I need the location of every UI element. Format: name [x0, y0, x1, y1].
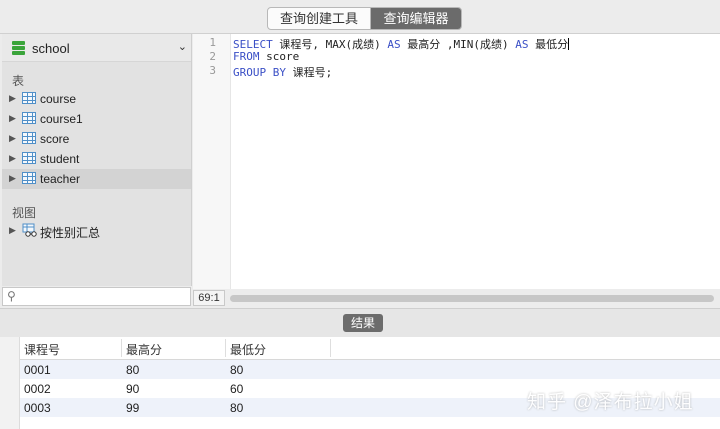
expand-triangle-icon[interactable]: ▶	[9, 133, 16, 144]
sql-text: 课程号;	[285, 66, 333, 79]
column-divider[interactable]	[330, 339, 331, 357]
sql-text: score	[259, 50, 300, 63]
table-icon	[22, 172, 36, 184]
sidebar-item-course[interactable]: ▶ course	[2, 89, 191, 109]
expand-triangle-icon[interactable]: ▶	[9, 113, 16, 124]
table-cell[interactable]: 80	[230, 401, 243, 415]
table-cell[interactable]: 80	[126, 363, 139, 377]
database-name: school	[32, 41, 70, 56]
line-number: 2	[209, 50, 216, 63]
row-header-column	[0, 337, 20, 429]
sql-text: 最高分 ,MIN(成绩)	[400, 38, 516, 51]
line-number: 3	[209, 64, 216, 77]
expand-triangle-icon[interactable]: ▶	[9, 153, 16, 164]
sql-text: 最低分	[528, 38, 569, 51]
views-heading: 视图	[12, 206, 37, 220]
cursor-position: 69:1	[193, 290, 225, 306]
code-line[interactable]: FROM score	[233, 50, 299, 63]
database-selector[interactable]: school ⌄	[2, 34, 191, 62]
results-header: 结果	[0, 308, 720, 338]
view-icon	[22, 223, 37, 237]
grid-header-row: 课程号 最高分 最低分	[20, 337, 720, 360]
table-cell[interactable]: 0002	[24, 382, 51, 396]
search-icon: ⚲	[7, 289, 16, 303]
sidebar-item-teacher[interactable]: ▶ teacher	[2, 169, 191, 189]
sidebar-item-label: student	[40, 152, 80, 166]
column-header-max-score[interactable]: 最高分	[126, 341, 162, 358]
column-header-min-score[interactable]: 最低分	[230, 341, 266, 358]
sidebar-item-label: teacher	[40, 172, 81, 186]
tables-heading: 表	[12, 74, 25, 88]
sidebar-item-label: course	[40, 92, 77, 106]
search-input[interactable]: ⚲	[2, 287, 191, 306]
column-divider[interactable]	[121, 339, 122, 357]
editor-status-bar: 69:1	[193, 290, 720, 306]
results-tab[interactable]: 结果	[343, 314, 383, 332]
sql-editor[interactable]: 1 2 3 SELECT 课程号, MAX(成绩) AS 最高分 ,MIN(成绩…	[193, 34, 720, 289]
horizontal-scrollbar[interactable]	[230, 295, 714, 302]
table-row[interactable]: 0001 80 80	[20, 360, 720, 379]
column-divider[interactable]	[225, 339, 226, 357]
table-icon	[22, 92, 36, 104]
mode-segmented-control: 查询创建工具 查询编辑器	[267, 7, 462, 30]
line-number: 1	[209, 36, 216, 49]
sidebar-item-view-gender-summary[interactable]: ▶ 按性别汇总	[2, 221, 191, 241]
table-cell[interactable]: 80	[230, 363, 243, 377]
expand-triangle-icon[interactable]: ▶	[9, 173, 16, 184]
table-cell[interactable]: 90	[126, 382, 139, 396]
expand-triangle-icon[interactable]: ▶	[9, 225, 16, 236]
tab-query-editor[interactable]: 查询编辑器	[371, 8, 461, 29]
results-grid: 课程号 最高分 最低分 0001 80 80 0002 90 60 0003 9…	[0, 337, 720, 429]
sidebar-item-label: score	[40, 132, 70, 146]
table-icon	[22, 152, 36, 164]
sidebar-item-course1[interactable]: ▶ course1	[2, 109, 191, 129]
sql-keyword: AS	[515, 38, 529, 51]
sidebar: school ⌄ 表 ▶ course ▶ course1 ▶ score ▶ …	[2, 34, 192, 286]
sql-keyword: FROM	[233, 50, 260, 63]
watermark: 知乎 @泽布拉小姐	[527, 392, 694, 413]
column-header-course-id[interactable]: 课程号	[24, 341, 60, 358]
table-cell[interactable]: 0001	[24, 363, 51, 377]
line-number-gutter: 1 2 3	[193, 34, 231, 289]
expand-triangle-icon[interactable]: ▶	[9, 93, 16, 104]
text-cursor	[568, 38, 570, 50]
sidebar-item-label: 按性别汇总	[40, 226, 101, 240]
toolbar: 查询创建工具 查询编辑器	[0, 0, 720, 34]
sidebar-item-student[interactable]: ▶ student	[2, 149, 191, 169]
table-icon	[22, 132, 36, 144]
sql-keyword: AS	[387, 38, 401, 51]
table-cell[interactable]: 99	[126, 401, 139, 415]
sidebar-item-label: course1	[40, 112, 83, 126]
table-icon	[22, 112, 36, 124]
sidebar-item-score[interactable]: ▶ score	[2, 129, 191, 149]
table-cell[interactable]: 0003	[24, 401, 51, 415]
database-icon	[12, 41, 25, 55]
tab-query-builder[interactable]: 查询创建工具	[268, 8, 371, 29]
table-cell[interactable]: 60	[230, 382, 243, 396]
sql-keyword: GROUP BY	[233, 66, 286, 79]
code-line[interactable]: GROUP BY 课程号;	[233, 64, 332, 80]
chevron-down-icon[interactable]: ⌄	[178, 40, 187, 53]
